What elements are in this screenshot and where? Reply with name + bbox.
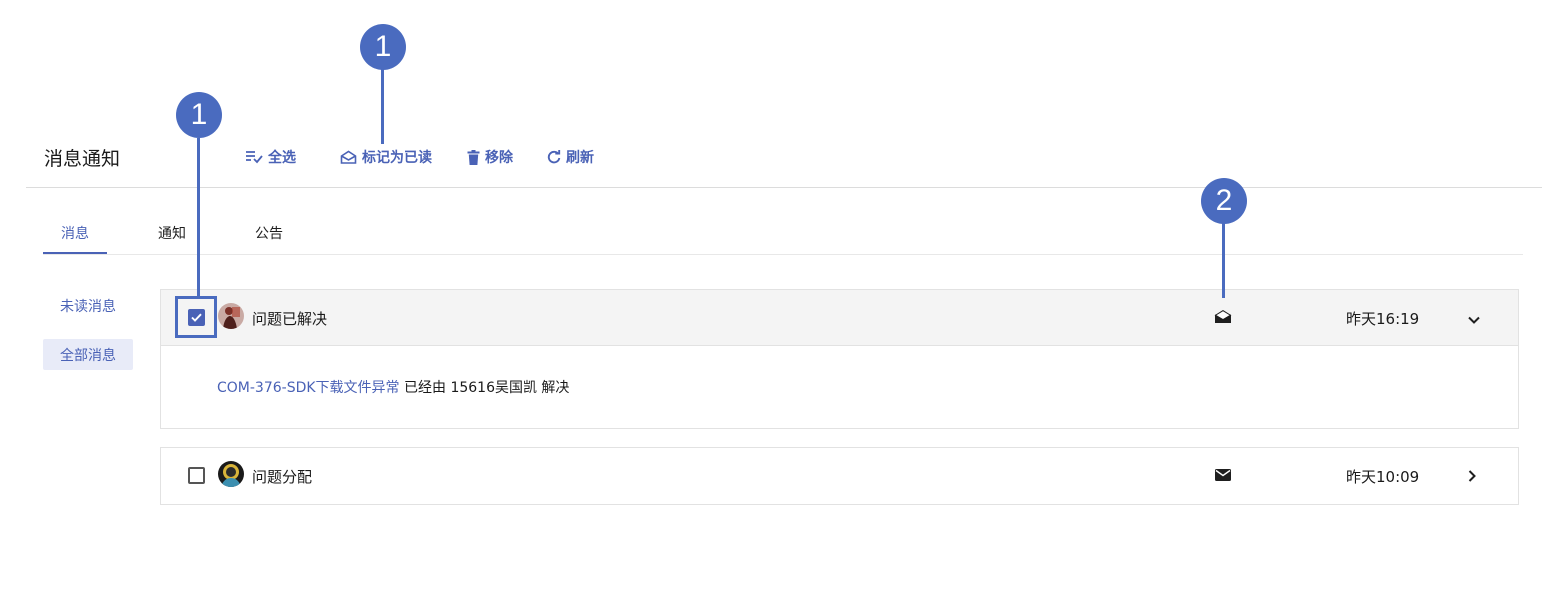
remove-button[interactable]: 移除: [467, 147, 513, 167]
message-title: 问题已解决: [252, 310, 328, 328]
header-divider: [26, 187, 1542, 188]
tab-announcements[interactable]: 公告: [255, 223, 283, 243]
page-title: 消息通知: [44, 148, 121, 170]
checkbox-highlight-box: [175, 296, 217, 338]
sidebar-item-all[interactable]: 全部消息: [43, 339, 133, 370]
chevron-right-icon[interactable]: [1467, 468, 1477, 487]
message-body: COM-376-SDK下载文件异常 已经由 15616吴国凯 解决: [161, 346, 1518, 428]
select-all-button[interactable]: 全选: [245, 147, 296, 167]
refresh-label: 刷新: [566, 150, 594, 166]
callout-badge-envelope: 2: [1201, 178, 1247, 224]
callout-connector: [381, 68, 384, 144]
tabs-divider: [43, 254, 1523, 255]
message-header[interactable]: 问题已解决 昨天16:19: [161, 290, 1518, 346]
refresh-button[interactable]: 刷新: [547, 147, 594, 167]
chevron-down-icon[interactable]: [1467, 310, 1481, 329]
callout-badge-mark-read: 1: [360, 24, 406, 70]
message-checkbox[interactable]: [188, 467, 205, 484]
callout-connector: [1222, 222, 1225, 298]
callout-badge-checkbox: 1: [176, 92, 222, 138]
envelope-open-icon[interactable]: [1214, 309, 1232, 328]
mark-read-button[interactable]: 标记为已读: [340, 147, 432, 167]
message-item: 问题已解决 昨天16:19 COM-376-SDK下载文件异常 已经由 1561…: [160, 289, 1519, 429]
tab-notifications[interactable]: 通知: [158, 223, 186, 243]
message-header[interactable]: 问题分配 昨天10:09: [161, 448, 1518, 504]
select-all-icon: [245, 150, 263, 164]
select-all-label: 全选: [268, 150, 296, 166]
message-title: 问题分配: [252, 468, 313, 486]
mark-read-label: 标记为已读: [362, 150, 432, 166]
envelope-closed-icon[interactable]: [1214, 467, 1232, 486]
remove-label: 移除: [485, 150, 513, 166]
envelope-open-icon: [340, 150, 357, 164]
avatar: [218, 303, 244, 329]
trash-icon: [467, 149, 480, 165]
callout-connector: [197, 138, 200, 297]
message-body-text: 已经由 15616吴国凯 解决: [399, 380, 570, 396]
tab-messages[interactable]: 消息: [61, 223, 89, 243]
message-time: 昨天10:09: [1346, 468, 1420, 486]
refresh-icon: [547, 150, 561, 164]
message-item: 问题分配 昨天10:09: [160, 447, 1519, 505]
sidebar-item-unread[interactable]: 未读消息: [43, 290, 133, 321]
issue-link[interactable]: COM-376-SDK下载文件异常: [217, 380, 400, 396]
message-time: 昨天16:19: [1346, 310, 1420, 328]
avatar: [218, 461, 244, 487]
